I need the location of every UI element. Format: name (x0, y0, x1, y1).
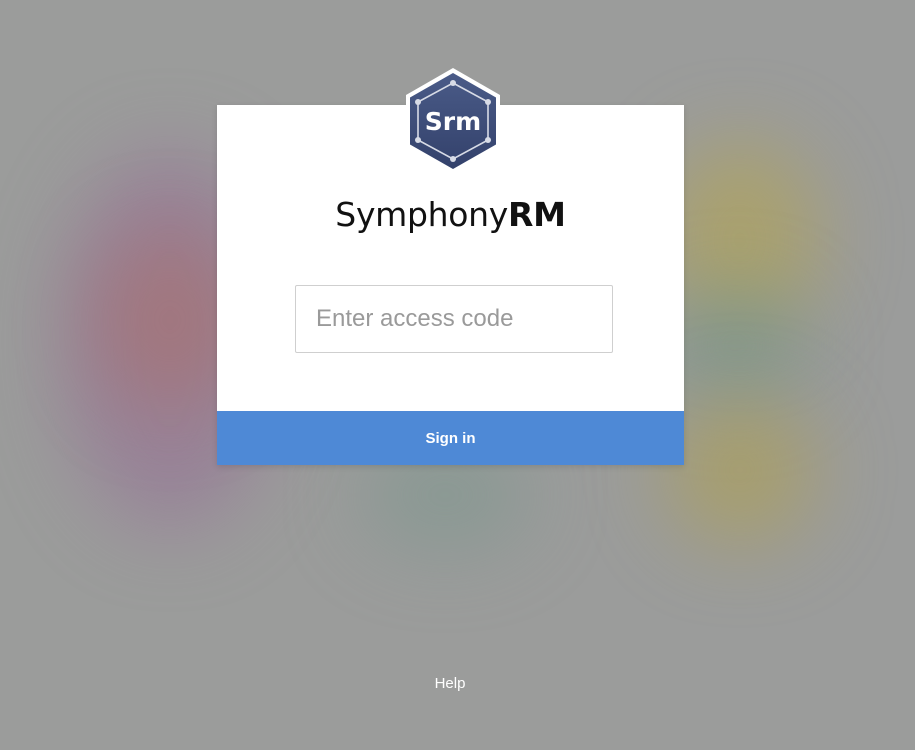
access-code-input[interactable] (295, 285, 613, 353)
background-blur-shape (665, 290, 805, 400)
help-link[interactable]: Help (400, 674, 500, 694)
brand-name-bold: RM (508, 195, 566, 234)
srm-logo-icon: Srm (406, 68, 500, 174)
sign-in-button[interactable]: Sign in (217, 411, 684, 465)
brand-name-light: Symphony (335, 195, 509, 234)
brand-name: SymphonyRM (217, 193, 684, 237)
background-blur-shape (665, 395, 815, 545)
logo-text: Srm (425, 107, 481, 136)
